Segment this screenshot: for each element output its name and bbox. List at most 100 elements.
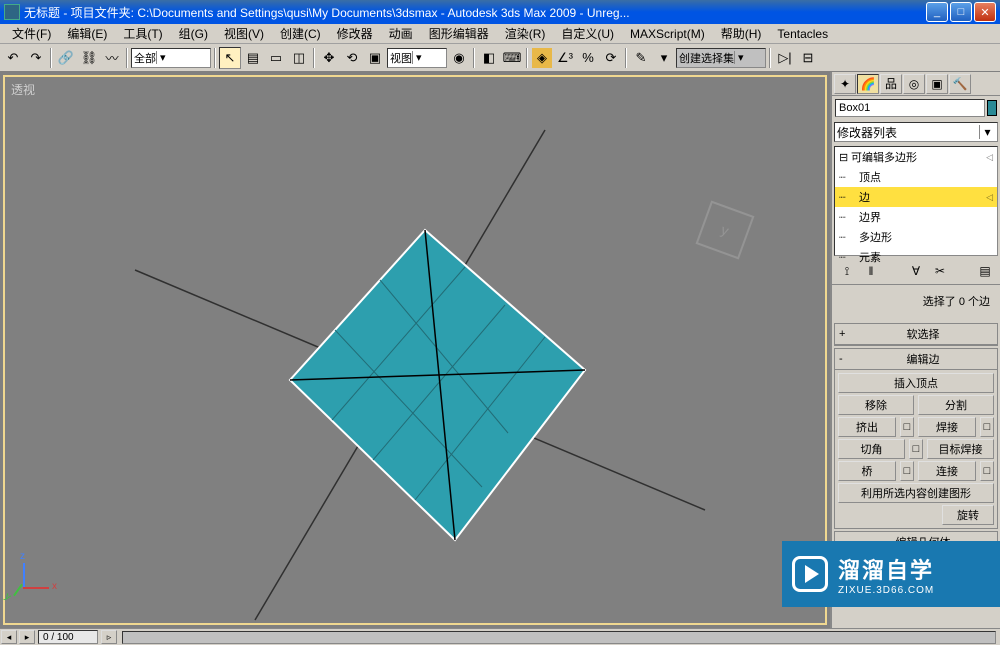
snap-toggle-button[interactable]: ◈ [531, 47, 553, 69]
watermark-sub: ZIXUE.3D66.COM [838, 585, 934, 596]
keyframe-button[interactable]: ▹ [101, 630, 117, 644]
show-end-result-button[interactable]: ‖ [862, 262, 880, 280]
display-tab[interactable]: ▣ [926, 74, 948, 94]
modifier-list-combo[interactable]: 修改器列表 ▾ [834, 122, 998, 142]
close-button[interactable]: ✕ [974, 2, 996, 22]
svg-text:y: y [719, 221, 731, 238]
hierarchy-tab[interactable]: 品 [880, 74, 902, 94]
menu-group[interactable]: 组(G) [171, 23, 216, 44]
time-slider[interactable] [122, 631, 996, 644]
select-move-button[interactable]: ✥ [318, 47, 340, 69]
extrude-settings-button[interactable]: □ [900, 417, 914, 437]
maximize-button[interactable]: □ [950, 2, 972, 22]
window-crossing-button[interactable]: ◫ [288, 47, 310, 69]
pivot-center-button[interactable]: ◉ [448, 47, 470, 69]
align-button[interactable]: ⊟ [797, 47, 819, 69]
rotate-button[interactable]: 旋转 [942, 505, 994, 525]
make-unique-button[interactable]: ∀ [907, 262, 925, 280]
prev-frame-button[interactable]: ◂ [1, 630, 17, 644]
perspective-viewport[interactable]: 透视 y [3, 75, 827, 625]
named-sel-dropdown-button[interactable]: ▾ [653, 47, 675, 69]
menu-tentacles[interactable]: Tentacles [769, 25, 836, 43]
angle-snap-button[interactable]: ∠³ [554, 47, 576, 69]
spinner-snap-button[interactable]: ⟳ [600, 47, 622, 69]
target-weld-button[interactable]: 目标焊接 [927, 439, 994, 459]
connect-settings-button[interactable]: □ [980, 461, 994, 481]
ref-coord-combo[interactable]: 视图 ▾ [387, 48, 447, 68]
modifier-stack[interactable]: ⊟ 可编辑多边形 ◁ ┈顶点 ┈边◁ ┈边界 ┈多边形 ┈元素 [834, 146, 998, 256]
menu-customize[interactable]: 自定义(U) [553, 23, 622, 44]
subobj-border[interactable]: ┈边界 [835, 207, 997, 227]
motion-tab[interactable]: ◎ [903, 74, 925, 94]
chevron-down-icon: ▾ [412, 51, 425, 64]
select-by-name-button[interactable]: ▤ [242, 47, 264, 69]
select-object-button[interactable]: ↖ [219, 47, 241, 69]
select-region-button[interactable]: ▭ [265, 47, 287, 69]
chevron-down-icon: ▾ [979, 125, 995, 139]
menu-file[interactable]: 文件(F) [4, 23, 59, 44]
keyboard-shortcut-button[interactable]: ⌨ [501, 47, 523, 69]
named-sel-set-value: 创建选择集 [679, 50, 734, 66]
modify-tab[interactable]: 🌈 [857, 74, 879, 94]
mirror-button[interactable]: ▷| [774, 47, 796, 69]
bind-spacewarp-button[interactable]: 〰 [101, 47, 123, 69]
insert-vertex-button[interactable]: 插入顶点 [838, 373, 994, 393]
next-frame-button[interactable]: ▸ [19, 630, 35, 644]
selection-filter-value: 全部 [134, 50, 156, 66]
weld-settings-button[interactable]: □ [980, 417, 994, 437]
named-sel-set-combo[interactable]: 创建选择集 ▾ [676, 48, 766, 68]
chevron-down-icon: ▾ [156, 51, 169, 64]
subobj-edge[interactable]: ┈边◁ [835, 187, 997, 207]
unlink-button[interactable]: ⛓ [78, 47, 100, 69]
titlebar: 无标题 - 项目文件夹: C:\Documents and Settings\q… [0, 0, 1000, 24]
object-color-swatch[interactable] [987, 100, 997, 116]
rollout-soft-selection-header[interactable]: +软选择 [835, 324, 997, 345]
menu-help[interactable]: 帮助(H) [713, 23, 770, 44]
subobj-vertex[interactable]: ┈顶点 [835, 167, 997, 187]
remove-button[interactable]: 移除 [838, 395, 914, 415]
split-button[interactable]: 分割 [918, 395, 994, 415]
create-tab[interactable]: ✦ [834, 74, 856, 94]
main-toolbar: ↶ ↷ 🔗 ⛓ 〰 全部 ▾ ↖ ▤ ▭ ◫ ✥ ⟲ ▣ 视图 ▾ ◉ ◧ ⌨ … [0, 44, 1000, 72]
undo-button[interactable]: ↶ [2, 47, 24, 69]
select-manipulate-button[interactable]: ◧ [478, 47, 500, 69]
statusbar: ◂ ▸ 0 / 100 ▹ [0, 628, 1000, 645]
menu-modifiers[interactable]: 修改器 [329, 23, 381, 44]
menu-rendering[interactable]: 渲染(R) [497, 23, 554, 44]
weld-button[interactable]: 焊接 [918, 417, 976, 437]
menu-views[interactable]: 视图(V) [216, 23, 272, 44]
menu-edit[interactable]: 编辑(E) [59, 23, 115, 44]
select-rotate-button[interactable]: ⟲ [341, 47, 363, 69]
remove-modifier-button[interactable]: ✂ [931, 262, 949, 280]
chamfer-button[interactable]: 切角 [838, 439, 905, 459]
object-name-input[interactable] [835, 99, 985, 117]
selection-filter-combo[interactable]: 全部 ▾ [131, 48, 211, 68]
minimize-button[interactable]: _ [926, 2, 948, 22]
bridge-button[interactable]: 桥 [838, 461, 896, 481]
modifier-list-label: 修改器列表 [837, 124, 897, 141]
bridge-settings-button[interactable]: □ [900, 461, 914, 481]
percent-snap-button[interactable]: % [577, 47, 599, 69]
pin-stack-button[interactable]: ⟟ [838, 262, 856, 280]
link-button[interactable]: 🔗 [55, 47, 77, 69]
stack-root[interactable]: ⊟ 可编辑多边形 ◁ [835, 147, 997, 167]
chamfer-settings-button[interactable]: □ [909, 439, 923, 459]
select-scale-button[interactable]: ▣ [364, 47, 386, 69]
menu-tools[interactable]: 工具(T) [115, 23, 170, 44]
play-icon [792, 556, 828, 592]
subobj-polygon[interactable]: ┈多边形 [835, 227, 997, 247]
watermark-main: 溜溜自学 [838, 553, 934, 585]
menu-maxscript[interactable]: MAXScript(M) [622, 25, 713, 43]
stack-root-label: 可编辑多边形 [851, 149, 917, 165]
redo-button[interactable]: ↷ [25, 47, 47, 69]
extrude-button[interactable]: 挤出 [838, 417, 896, 437]
edit-named-sel-button[interactable]: ✎ [630, 47, 652, 69]
menu-create[interactable]: 创建(C) [272, 23, 329, 44]
rollout-edit-edges-header[interactable]: -编辑边 [835, 349, 997, 370]
create-shape-button[interactable]: 利用所选内容创建图形 [838, 483, 994, 503]
utilities-tab[interactable]: 🔨 [949, 74, 971, 94]
menu-animation[interactable]: 动画 [381, 23, 421, 44]
configure-sets-button[interactable]: ▤ [976, 262, 994, 280]
menu-grapheditors[interactable]: 图形编辑器 [421, 23, 497, 44]
connect-button[interactable]: 连接 [918, 461, 976, 481]
